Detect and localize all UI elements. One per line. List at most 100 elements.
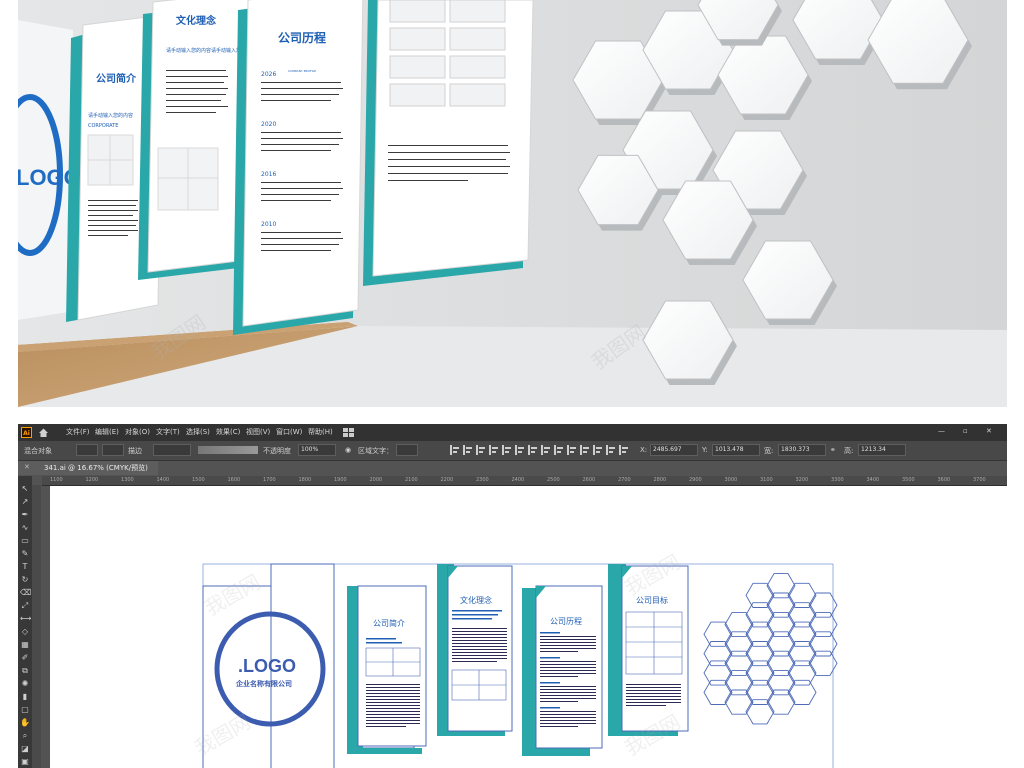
y-field[interactable]: 1013.478 [712, 444, 760, 456]
w-label: 宽: [764, 447, 774, 455]
window-minimize-icon[interactable]: — [938, 427, 945, 435]
hexagon-outline [787, 602, 817, 628]
pen-tool-icon[interactable]: ✒ [20, 510, 30, 520]
x-field[interactable]: 2485.697 [650, 444, 698, 456]
scale-tool-icon[interactable]: ⤢ [20, 601, 30, 611]
window-close-icon[interactable]: ✕ [986, 427, 992, 435]
fill-swatch[interactable] [76, 444, 98, 456]
menu-help[interactable]: 帮助(H) [308, 427, 333, 437]
menu-select[interactable]: 选择(S) [186, 427, 210, 437]
hexagon-outline [766, 650, 796, 676]
paintbrush-tool-icon[interactable]: ✎ [20, 549, 30, 559]
menu-edit[interactable]: 编辑(E) [95, 427, 119, 437]
shape-builder-tool-icon[interactable]: ◇ [20, 627, 30, 637]
svg-text:CORPORATE: CORPORATE [88, 123, 118, 129]
document-tab[interactable]: ✕ 341.ai @ 16.67% (CMYK/预览) [18, 461, 158, 475]
artboard-company-name: 企业名称有限公司 [235, 679, 292, 688]
hand-tool-icon[interactable]: ✋ [20, 718, 30, 728]
ruler-tick-label: 3500 [902, 477, 915, 483]
tools-panel: ↖ ↗ ✒ ∿ ▭ ✎ T ↻ ⌫ ⤢ ⟷ ◇ ▦ ✐ ⧉ ✺ ▮ ▢ ✋ ⌕ ◪ ▣ [18, 476, 32, 768]
curvature-tool-icon[interactable]: ∿ [20, 523, 30, 533]
ruler-tick-label: 3200 [795, 477, 809, 483]
stroke-swatch[interactable] [102, 444, 124, 456]
variable-width-profile[interactable] [198, 446, 258, 454]
stroke-weight-field[interactable] [153, 444, 191, 456]
hexagon-outline [787, 641, 817, 667]
link-proportions-icon[interactable]: ⚭ [830, 446, 836, 454]
ruler-tick-label: 1900 [334, 477, 347, 483]
ruler-tick-label: 1300 [121, 477, 134, 483]
selection-tool-icon[interactable]: ↖ [20, 484, 30, 494]
ruler-tick-label: 1500 [192, 477, 205, 483]
hexagon-outline [724, 650, 754, 676]
hexagon-outline [766, 592, 796, 618]
mockup-scene: LOGO 公司简介 请手动输入您的内容 CORPORATE 文化理念 请手动输入… [18, 0, 1007, 407]
hexagon-outline [724, 670, 754, 696]
menu-effect[interactable]: 效果(C) [216, 427, 240, 437]
ruler-tick-label: 2700 [618, 477, 631, 483]
fill-stroke-icon[interactable]: ◪ [20, 744, 30, 754]
eyedropper-tool-icon[interactable]: ✐ [20, 653, 30, 663]
distribute-bottom-icon[interactable] [554, 445, 563, 455]
rotate-tool-icon[interactable]: ↻ [20, 575, 30, 585]
distribute-hcenter-icon[interactable] [580, 445, 589, 455]
symbol-sprayer-tool-icon[interactable]: ✺ [20, 679, 30, 689]
area-text-options[interactable] [396, 444, 418, 456]
opacity-field[interactable]: 100% [298, 444, 336, 456]
ruler-tick-label: 3100 [760, 477, 773, 483]
wall-mockup-render: LOGO 公司简介 请手动输入您的内容 CORPORATE 文化理念 请手动输入… [18, 0, 1007, 407]
ruler-tick-label: 2900 [689, 477, 702, 483]
menu-view[interactable]: 视图(V) [246, 427, 270, 437]
screen-mode-icon[interactable]: ▣ [20, 757, 30, 767]
w-field[interactable]: 1830.373 [778, 444, 826, 456]
vertical-ruler[interactable] [32, 485, 41, 768]
distribute-left-icon[interactable] [567, 445, 576, 455]
transform-icon[interactable] [619, 445, 628, 455]
distribute-top-icon[interactable] [528, 445, 537, 455]
ruler-tick-label: 3300 [831, 477, 844, 483]
graph-tool-icon[interactable]: ▮ [20, 692, 30, 702]
width-tool-icon[interactable]: ⟷ [20, 614, 31, 624]
menu-type[interactable]: 文字(T) [156, 427, 180, 437]
recolor-icon[interactable]: ◉ [345, 446, 351, 454]
menu-object[interactable]: 对象(O) [125, 427, 150, 437]
horizontal-ruler[interactable]: 1100 1200 1300 1400 1500 1600 1700 1800 1900 2000… [42, 476, 1007, 486]
distribute-right-icon[interactable] [593, 445, 602, 455]
distribute-vcenter-icon[interactable] [541, 445, 550, 455]
gradient-tool-icon[interactable]: ▦ [20, 640, 30, 650]
hexagon-outline [745, 582, 775, 608]
svg-text:2016: 2016 [261, 171, 276, 178]
align-vcenter-icon[interactable] [502, 445, 511, 455]
window-restore-icon[interactable]: ▫ [963, 427, 968, 435]
direct-selection-tool-icon[interactable]: ↗ [20, 497, 30, 507]
svg-text:公司简介: 公司简介 [96, 72, 137, 85]
eraser-tool-icon[interactable]: ⌫ [20, 588, 31, 598]
artboard-tool-icon[interactable]: ▢ [20, 705, 30, 715]
hexagon-outline [766, 631, 796, 657]
illustrator-window: Ai 文件(F) 编辑(E) 对象(O) 文字(T) 选择(S) 效果(C) 视… [18, 424, 1007, 768]
ruler-tick-label: 3700 [973, 477, 986, 483]
svg-text:2026: 2026 [261, 71, 276, 78]
ruler-tick-label: 2600 [582, 477, 596, 483]
artboard-canvas[interactable]: .LOGO 企业名称有限公司 公司简介 文化理念 公司历程 公司目标 我图网 我… [50, 486, 1007, 768]
ruler-tick-label: 3600 [937, 477, 951, 483]
menu-file[interactable]: 文件(F) [66, 427, 90, 437]
align-to-icon[interactable] [606, 445, 615, 455]
align-right-icon[interactable] [476, 445, 485, 455]
align-left-icon[interactable] [450, 445, 459, 455]
home-icon[interactable] [38, 427, 49, 438]
h-field[interactable]: 1213.34 [858, 444, 906, 456]
align-bottom-icon[interactable] [515, 445, 524, 455]
menu-window[interactable]: 窗口(W) [276, 427, 302, 437]
rectangle-tool-icon[interactable]: ▭ [20, 536, 30, 546]
ruler-tick-label: 2100 [405, 477, 418, 483]
align-hcenter-icon[interactable] [463, 445, 472, 455]
close-tab-icon[interactable]: ✕ [24, 463, 30, 471]
ruler-tick-label: 1200 [85, 477, 99, 483]
blend-tool-icon[interactable]: ⧉ [20, 666, 30, 676]
align-top-icon[interactable] [489, 445, 498, 455]
workspace-grid-icon[interactable] [343, 428, 355, 437]
type-tool-icon[interactable]: T [20, 562, 30, 572]
hexagon-outline [724, 611, 754, 638]
zoom-tool-icon[interactable]: ⌕ [20, 731, 30, 741]
